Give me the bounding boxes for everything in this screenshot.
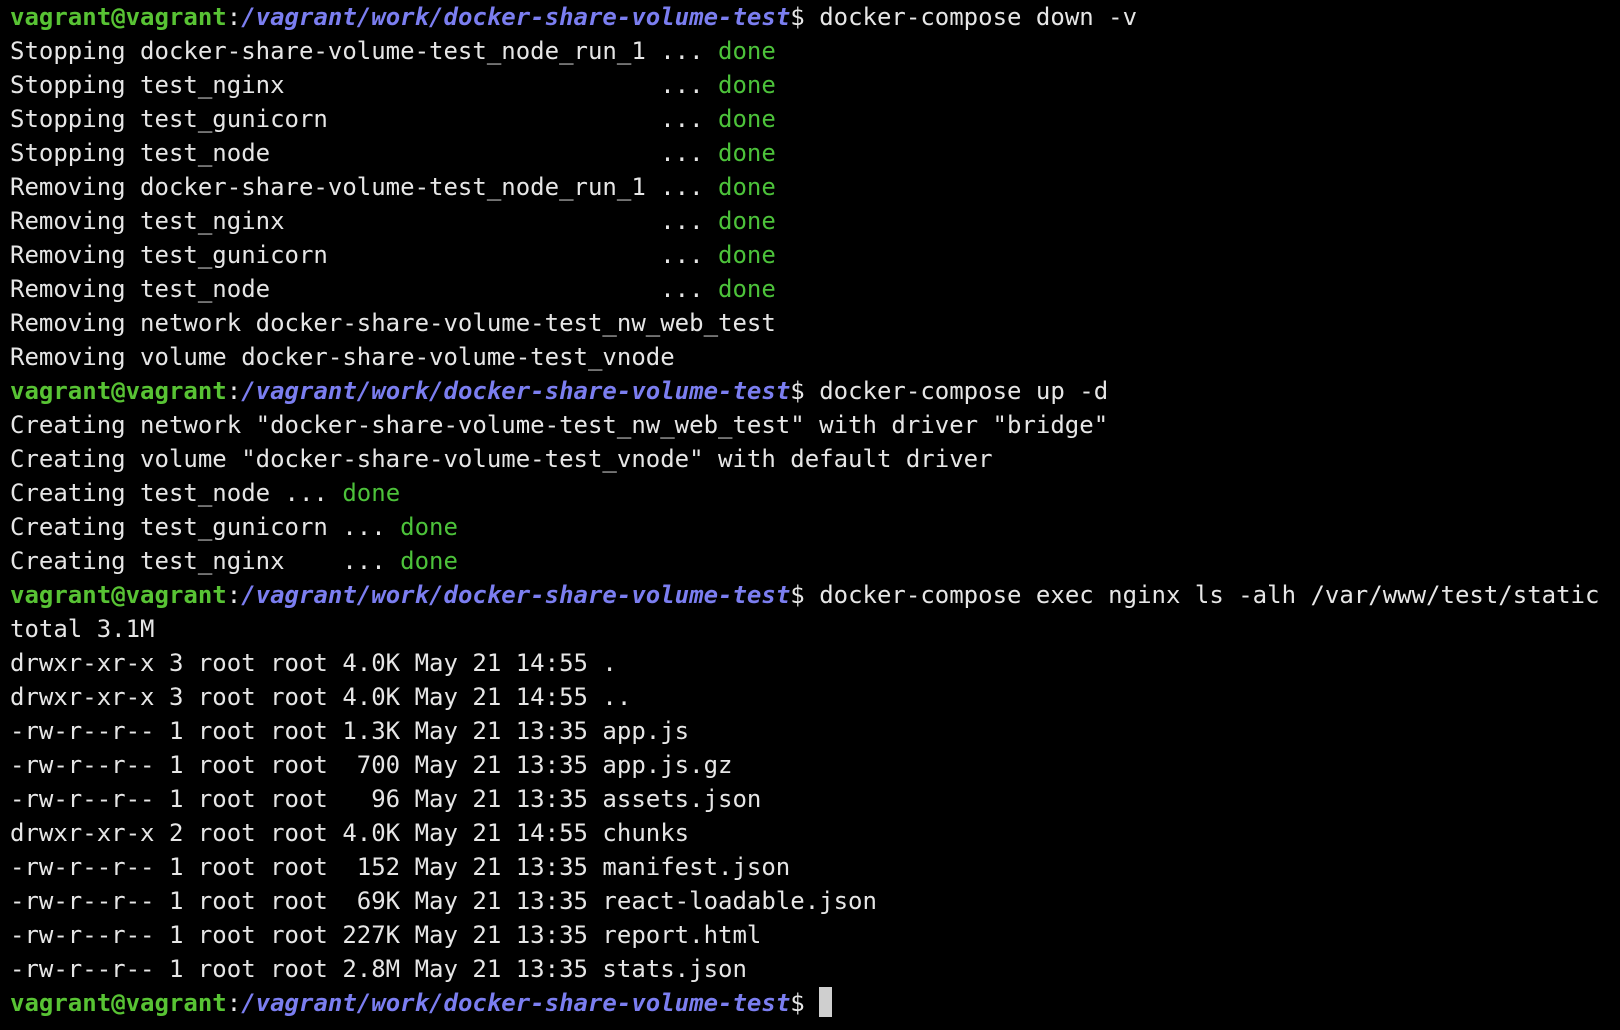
prompt-line: vagrant@vagrant:/vagrant/work/docker-sha… bbox=[10, 374, 1620, 408]
output-line: -rw-r--r-- 1 root root 152 May 21 13:35 … bbox=[10, 853, 791, 881]
output-line: Removing docker-share-volume-test_node_r… bbox=[10, 170, 1620, 204]
output-line: total 3.1M bbox=[10, 615, 155, 643]
output-text: Stopping test_node ... bbox=[10, 139, 719, 167]
prompt-user: vagrant@vagrant bbox=[10, 989, 227, 1017]
output-text: Stopping test_nginx ... bbox=[10, 71, 719, 99]
output-line: drwxr-xr-x 3 root root 4.0K May 21 14:55… bbox=[10, 649, 617, 677]
output-line: Creating volume "docker-share-volume-tes… bbox=[10, 445, 993, 473]
status-done: done bbox=[718, 105, 776, 133]
output-line: Stopping test_gunicorn ... done bbox=[10, 102, 1620, 136]
prompt-colon: : bbox=[226, 581, 242, 609]
prompt-path: /vagrant/work/docker-share-volume-test bbox=[241, 377, 791, 405]
output-line: -rw-r--r-- 1 root root 700 May 21 13:35 … bbox=[10, 751, 733, 779]
output-line: Removing volume docker-share-volume-test… bbox=[10, 343, 675, 371]
prompt-path: /vagrant/work/docker-share-volume-test bbox=[241, 989, 791, 1017]
output-line: -rw-r--r-- 1 root root 2.8M May 21 13:35… bbox=[10, 955, 747, 983]
prompt-symbol: $ bbox=[790, 3, 820, 31]
output-line: Stopping docker-share-volume-test_node_r… bbox=[10, 34, 1620, 68]
status-done: done bbox=[342, 479, 401, 507]
output-text: Creating test_nginx ... bbox=[10, 547, 401, 575]
output-line: -rw-r--r-- 1 root root 69K May 21 13:35 … bbox=[10, 887, 877, 915]
status-done: done bbox=[718, 71, 776, 99]
output-line: Creating test_node ... done bbox=[10, 476, 1620, 510]
prompt-colon: : bbox=[226, 989, 242, 1017]
output-line: Creating network "docker-share-volume-te… bbox=[10, 411, 1109, 439]
prompt-line: vagrant@vagrant:/vagrant/work/docker-sha… bbox=[10, 578, 1620, 612]
output-line: Removing test_nginx ... done bbox=[10, 204, 1620, 238]
prompt-user: vagrant@vagrant bbox=[10, 377, 227, 405]
prompt-path: /vagrant/work/docker-share-volume-test bbox=[241, 3, 791, 31]
output-text: Removing test_nginx ... bbox=[10, 207, 719, 235]
status-done: done bbox=[718, 241, 776, 269]
output-line: drwxr-xr-x 3 root root 4.0K May 21 14:55… bbox=[10, 683, 632, 711]
output-text: Removing test_node ... bbox=[10, 275, 719, 303]
prompt-line: vagrant@vagrant:/vagrant/work/docker-sha… bbox=[10, 0, 1620, 34]
output-line: -rw-r--r-- 1 root root 227K May 21 13:35… bbox=[10, 921, 762, 949]
output-text: Creating test_node ... bbox=[10, 479, 343, 507]
prompt-colon: : bbox=[226, 3, 242, 31]
output-line: -rw-r--r-- 1 root root 1.3K May 21 13:35… bbox=[10, 717, 690, 745]
output-line: drwxr-xr-x 2 root root 4.0K May 21 14:55… bbox=[10, 819, 690, 847]
output-line: Removing network docker-share-volume-tes… bbox=[10, 309, 776, 337]
prompt-user: vagrant@vagrant bbox=[10, 581, 227, 609]
output-line: Removing test_node ... done bbox=[10, 272, 1620, 306]
output-text: Removing docker-share-volume-test_node_r… bbox=[10, 173, 719, 201]
output-text: Stopping test_gunicorn ... bbox=[10, 105, 719, 133]
output-line: Removing test_gunicorn ... done bbox=[10, 238, 1620, 272]
prompt-user: vagrant@vagrant bbox=[10, 3, 227, 31]
command-text: docker-compose up -d bbox=[819, 377, 1109, 405]
cursor-block[interactable] bbox=[819, 987, 833, 1017]
prompt-colon: : bbox=[226, 377, 242, 405]
command-text: docker-compose exec nginx ls -alh /var/w… bbox=[819, 581, 1600, 609]
output-line: Stopping test_nginx ... done bbox=[10, 68, 1620, 102]
output-line: Creating test_nginx ... done bbox=[10, 544, 1620, 578]
output-text: Creating test_gunicorn ... bbox=[10, 513, 401, 541]
status-done: done bbox=[718, 275, 776, 303]
output-line: Stopping test_node ... done bbox=[10, 136, 1620, 170]
status-done: done bbox=[718, 37, 776, 65]
status-done: done bbox=[400, 547, 458, 575]
prompt-path: /vagrant/work/docker-share-volume-test bbox=[241, 581, 791, 609]
status-done: done bbox=[718, 173, 776, 201]
prompt-symbol: $ bbox=[790, 377, 820, 405]
status-done: done bbox=[400, 513, 458, 541]
prompt-line: vagrant@vagrant:/vagrant/work/docker-sha… bbox=[10, 986, 1620, 1020]
prompt-symbol: $ bbox=[790, 989, 820, 1017]
status-done: done bbox=[718, 139, 776, 167]
command-text: docker-compose down -v bbox=[819, 3, 1138, 31]
output-text: Stopping docker-share-volume-test_node_r… bbox=[10, 37, 719, 65]
output-text: Removing test_gunicorn ... bbox=[10, 241, 719, 269]
prompt-symbol: $ bbox=[790, 581, 820, 609]
terminal-window[interactable]: vagrant@vagrant:/vagrant/work/docker-sha… bbox=[0, 0, 1620, 1030]
output-line: Creating test_gunicorn ... done bbox=[10, 510, 1620, 544]
output-line: -rw-r--r-- 1 root root 96 May 21 13:35 a… bbox=[10, 785, 762, 813]
status-done: done bbox=[718, 207, 776, 235]
